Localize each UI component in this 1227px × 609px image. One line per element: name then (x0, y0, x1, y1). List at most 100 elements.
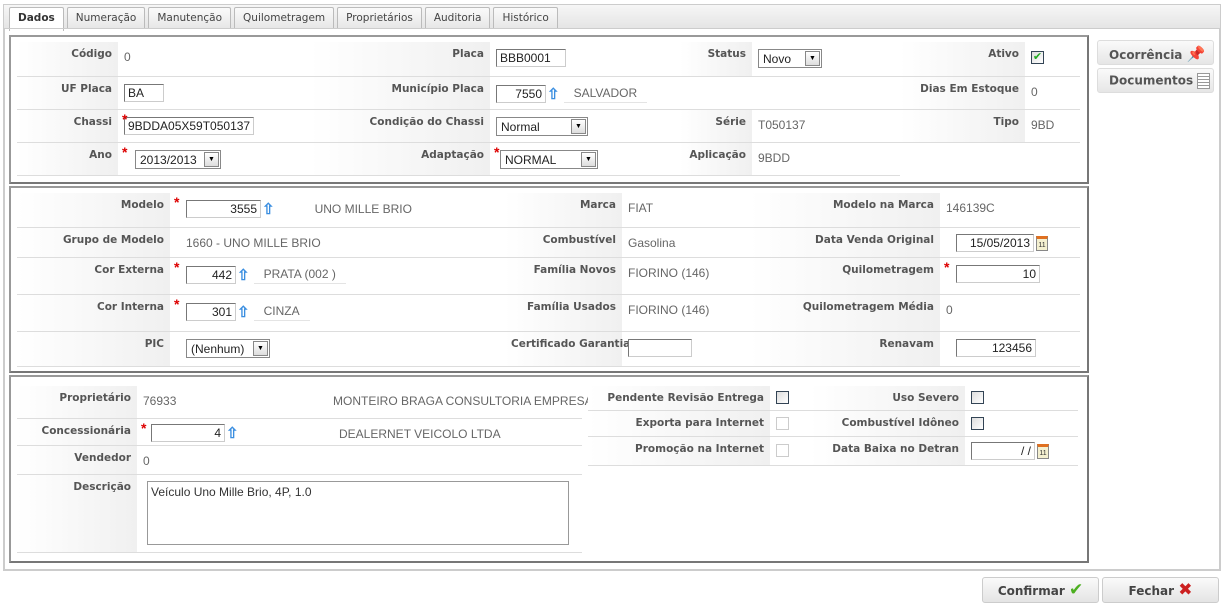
calendar-icon[interactable]: 11 (1037, 443, 1049, 459)
calendar-icon[interactable]: 11 (1036, 235, 1048, 251)
combustivel-idoneo-checkbox[interactable] (971, 417, 984, 431)
chevron-down-icon: ▼ (253, 341, 268, 356)
vendedor-label: Vendedor (17, 446, 137, 475)
codigo-value: 0 (118, 42, 310, 77)
vendedor-value: 0 (137, 446, 333, 475)
proprietario-name: MONTEIRO BRAGA CONSULTORIA EMPRESARIAL L… (333, 386, 652, 419)
required-marker: * (174, 296, 180, 312)
concessionaria-code-input[interactable]: 4 (151, 424, 225, 442)
exporta-internet-label: Exporta para Internet (588, 411, 770, 437)
model-section: Modelo * 3555 ⇧ UNO MILLE BRIO Marca FIAT M… (9, 186, 1089, 373)
lookup-arrow-icon[interactable]: ⇧ (237, 304, 250, 321)
grupo-modelo-value: 1660 - UNO MILLE BRIO (170, 228, 505, 258)
renavam-label: Renavam (750, 332, 940, 367)
placa-input[interactable]: BBB0001 (496, 49, 566, 67)
marca-value: FIAT (622, 193, 750, 228)
required-marker: * (174, 259, 180, 275)
data-baixa-detran-label: Data Baixa no Detran (810, 437, 965, 466)
modelo-marca-label: Modelo na Marca (750, 193, 940, 228)
tab-historico[interactable]: Histórico (493, 7, 558, 29)
cor-externa-name: PRATA (002 ) (253, 265, 346, 284)
required-marker: * (494, 144, 500, 160)
status-value: Novo (763, 51, 792, 66)
concessionaria-name: DEALERNET VEICOLO LTDA (333, 419, 582, 446)
document-icon (1197, 73, 1211, 89)
promocao-internet-label: Promoção na Internet (588, 437, 770, 466)
ativo-label: Ativo (900, 42, 1025, 77)
ocorrencia-button[interactable]: Ocorrência 📌 (1097, 40, 1214, 65)
municipio-code-input[interactable]: 7550 (496, 84, 546, 103)
ocorrencia-label: Ocorrência (1109, 48, 1183, 62)
chevron-down-icon: ▼ (581, 152, 596, 167)
cor-interna-code-input[interactable]: 301 (186, 302, 236, 321)
chevron-down-icon: ▼ (204, 152, 219, 167)
chassi-input[interactable]: 9BDDA05X59T050137 (124, 117, 254, 135)
combustivel-idoneo-label: Combustível Idôneo (810, 411, 965, 437)
cor-interna-name: CINZA (253, 302, 310, 321)
documentos-label: Documentos (1109, 73, 1194, 88)
descricao-label: Descrição (17, 475, 137, 553)
quilometragem-input[interactable]: 10 (956, 265, 1040, 283)
familia-usados-label: Família Usados (505, 295, 622, 332)
descricao-textarea[interactable]: Veículo Uno Mille Brio, 4P, 1.0 (147, 481, 569, 545)
municipio-label: Município Placa (310, 77, 490, 110)
tab-manutencao[interactable]: Manutenção (148, 7, 232, 29)
placa-label: Placa (310, 42, 490, 77)
serie-value: T050137 (752, 110, 900, 143)
data-venda-input[interactable]: 15/05/2013 (956, 234, 1034, 252)
pic-select[interactable]: (Nenhum) ▼ (186, 339, 270, 358)
lookup-arrow-icon[interactable]: ⇧ (226, 425, 239, 442)
chassi-label: Chassi (17, 110, 118, 143)
marca-label: Marca (505, 193, 622, 228)
data-baixa-detran-input[interactable]: / / (971, 442, 1035, 460)
modelo-marca-value: 146139C (940, 193, 1080, 228)
fechar-button[interactable]: Fechar ✖ (1102, 577, 1219, 603)
condicao-chassi-label: Condição do Chassi (310, 110, 490, 143)
cor-externa-code-input[interactable]: 442 (186, 265, 236, 284)
municipio-name: SALVADOR (563, 84, 648, 103)
lookup-arrow-icon[interactable]: ⇧ (262, 201, 275, 218)
lookup-arrow-icon[interactable]: ⇧ (237, 267, 250, 284)
dias-estoque-value: 0 (1025, 77, 1080, 110)
pushpin-icon: 📌 (1186, 45, 1206, 63)
condicao-chassi-select[interactable]: Normal ▼ (496, 117, 588, 136)
required-marker: * (944, 259, 950, 275)
ativo-checkbox[interactable]: ✔ (1031, 51, 1044, 65)
renavam-input[interactable]: 123456 (956, 339, 1036, 357)
combustivel-value: Gasolina (622, 228, 750, 258)
tab-auditoria[interactable]: Auditoria (424, 7, 491, 29)
ano-select[interactable]: 2013/2013 ▼ (135, 150, 221, 169)
lookup-arrow-icon[interactable]: ⇧ (547, 86, 560, 103)
cor-externa-label: Cor Externa (17, 258, 170, 295)
chevron-down-icon: ▼ (571, 119, 586, 134)
aplicacao-value: 9BDD (752, 143, 900, 176)
status-select[interactable]: Novo ▼ (758, 49, 822, 68)
tab-quilometragem[interactable]: Quilometragem (234, 7, 335, 29)
adaptacao-select[interactable]: NORMAL ▼ (500, 150, 598, 169)
proprietario-label: Proprietário (17, 386, 137, 419)
exporta-internet-checkbox[interactable] (776, 417, 789, 431)
certificado-garantia-input[interactable] (628, 339, 692, 357)
serie-label: Série (680, 110, 752, 143)
status-label: Status (680, 42, 752, 77)
required-marker: * (122, 111, 128, 127)
grupo-modelo-label: Grupo de Modelo (17, 228, 170, 258)
uf-placa-input[interactable]: BA (124, 84, 164, 102)
tipo-value: 9BD (1025, 110, 1080, 143)
pendente-revisao-checkbox[interactable] (776, 391, 789, 405)
promocao-internet-checkbox[interactable] (776, 444, 789, 458)
condicao-value: Normal (501, 119, 540, 134)
tab-proprietarios[interactable]: Proprietários (337, 7, 422, 29)
dias-estoque-label: Dias Em Estoque (900, 77, 1025, 110)
modelo-code-input[interactable]: 3555 (186, 200, 261, 218)
tab-bar: Dados Numeração Manutenção Quilometragem… (3, 4, 1221, 31)
ano-label: Ano (17, 143, 118, 176)
codigo-label: Código (17, 42, 118, 77)
tab-numeracao[interactable]: Numeração (66, 7, 146, 29)
tipo-label: Tipo (900, 110, 1025, 143)
cor-interna-label: Cor Interna (17, 295, 170, 332)
uso-severo-checkbox[interactable] (971, 391, 984, 405)
documentos-button[interactable]: Documentos (1097, 68, 1214, 93)
confirmar-button[interactable]: Confirmar ✔ (982, 577, 1099, 603)
confirmar-label: Confirmar (997, 584, 1065, 598)
